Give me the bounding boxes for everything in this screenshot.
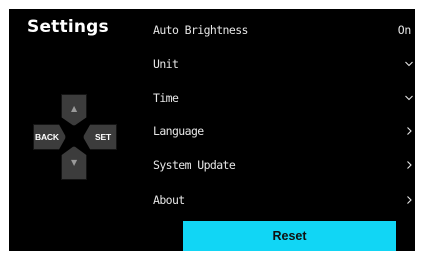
chevron-down-icon	[404, 59, 414, 69]
chevron-right-icon	[404, 195, 414, 205]
set-button-label: SET	[95, 132, 111, 142]
menu-item-label: Auto Brightness	[153, 23, 248, 37]
dpad: ▲ BACK SET ▼	[33, 94, 119, 180]
menu-item-unit[interactable]: Unit	[151, 49, 415, 79]
menu-item-time[interactable]: Time	[151, 83, 415, 113]
dpad-down-button[interactable]: ▼	[61, 146, 87, 180]
chevron-right-icon	[404, 126, 414, 136]
chevron-down-icon	[404, 93, 414, 103]
chevron-down-icon: ▼	[71, 158, 78, 167]
menu-item-label: Language	[153, 124, 204, 138]
reset-button[interactable]: Reset	[183, 221, 396, 251]
back-button-label: BACK	[35, 132, 59, 142]
set-button[interactable]: SET	[83, 124, 117, 150]
settings-screen: Settings ▲ BACK SET ▼ Auto Brightness On…	[9, 9, 415, 251]
auto-brightness-value: On	[397, 23, 412, 37]
page-title: Settings	[27, 17, 109, 37]
menu-item-system-update[interactable]: System Update	[151, 150, 415, 180]
chevron-up-icon: ▲	[71, 104, 78, 113]
menu-item-label: Unit	[153, 57, 179, 71]
menu-item-label: Time	[153, 91, 179, 105]
back-button[interactable]: BACK	[33, 124, 66, 150]
chevron-right-icon	[404, 160, 414, 170]
menu-item-about[interactable]: About	[151, 185, 415, 215]
menu-item-language[interactable]: Language	[151, 116, 415, 146]
menu-item-label: System Update	[153, 158, 236, 172]
menu-item-label: About	[153, 193, 185, 207]
dpad-up-button[interactable]: ▲	[61, 94, 87, 126]
menu-item-auto-brightness[interactable]: Auto Brightness On	[151, 15, 415, 45]
